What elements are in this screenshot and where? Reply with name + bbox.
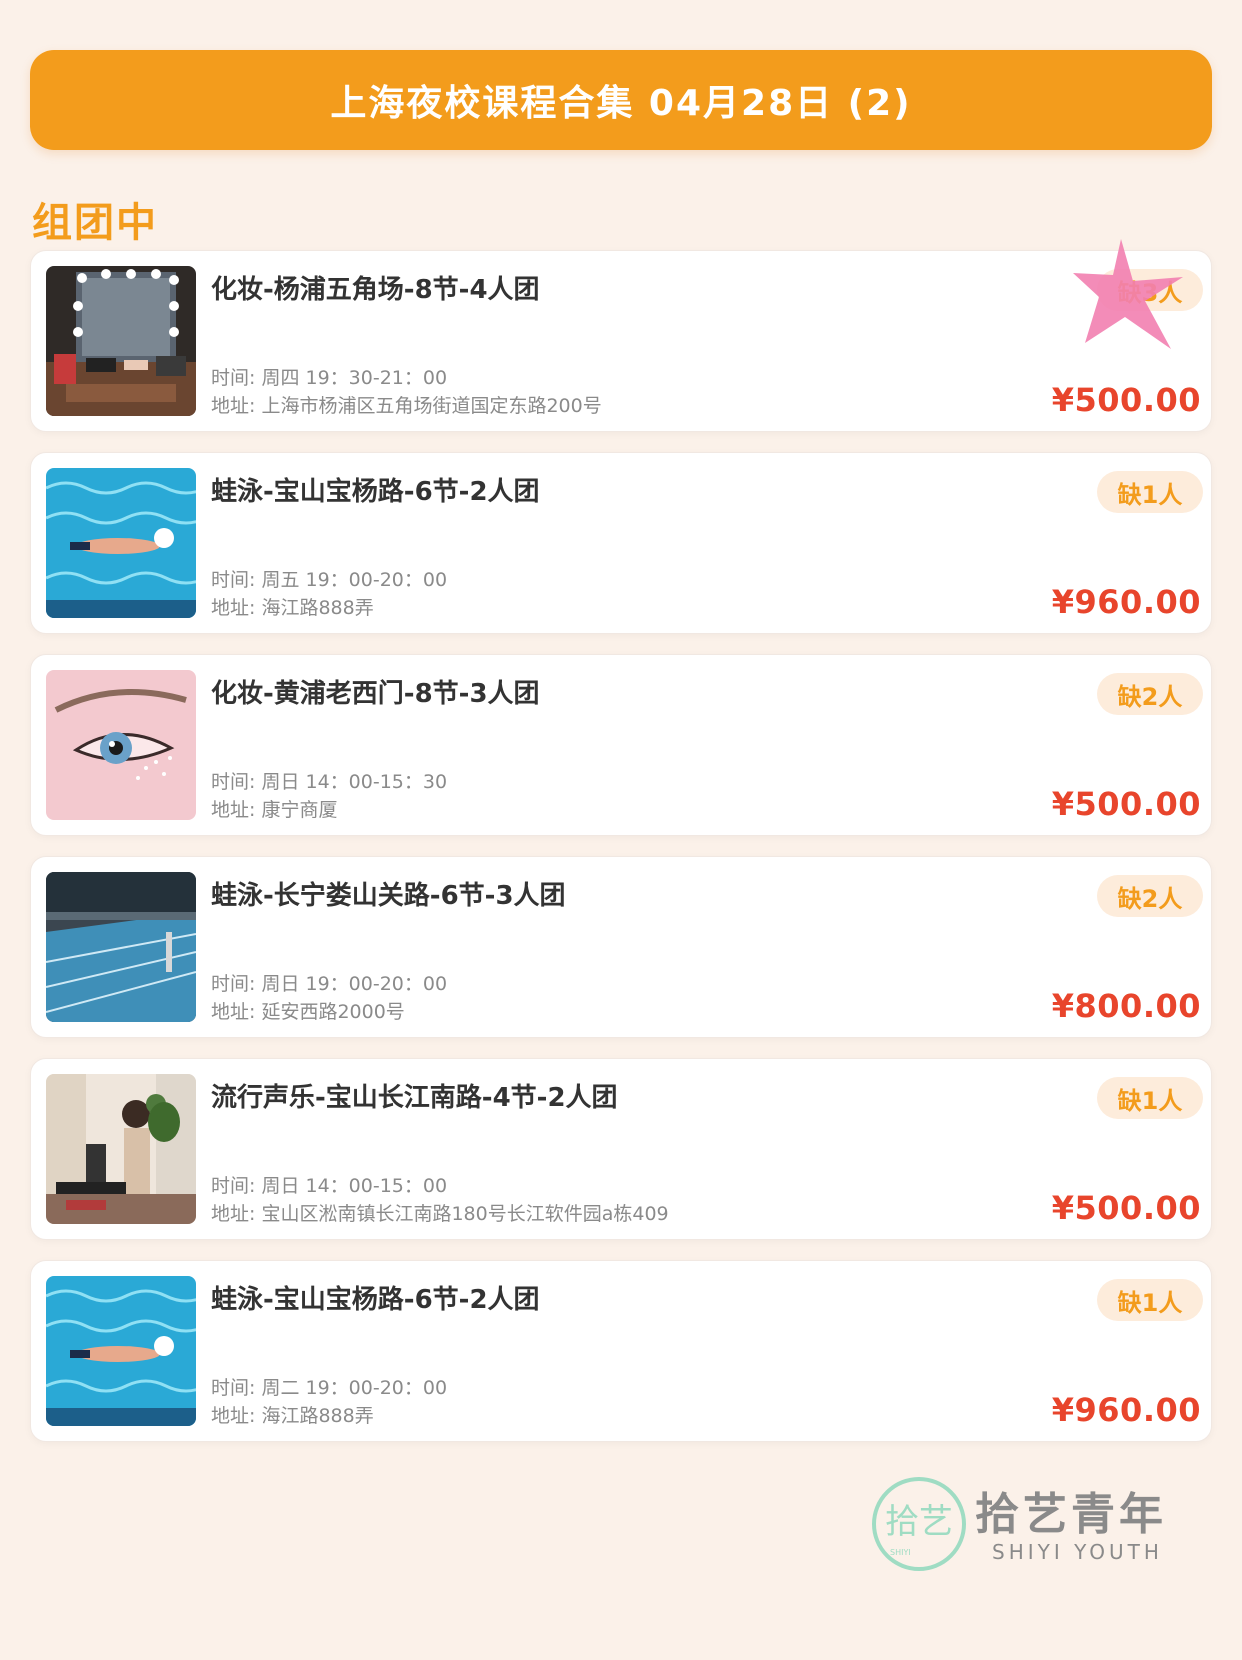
vacancy-badge: 缺2人	[1097, 673, 1203, 715]
vacancy-badge: 缺3人	[1097, 269, 1203, 311]
makeup-mirror-photo	[46, 266, 196, 416]
course-title: 蛙泳-宝山宝杨路-6节-2人团	[211, 477, 540, 507]
course-address: 地址: 上海市杨浦区五角场街道国定东路200号	[211, 395, 602, 417]
course-time: 时间: 周五 19：00-20：00	[211, 569, 448, 591]
course-price: ¥500.00	[1051, 381, 1201, 419]
course-title: 蛙泳-长宁娄山关路-6节-3人团	[211, 881, 566, 911]
logo-mark-icon: 拾艺 SHIYI	[872, 1477, 966, 1571]
singer-studio-photo	[46, 1074, 196, 1224]
course-title: 蛙泳-宝山宝杨路-6节-2人团	[211, 1285, 540, 1315]
indoor-pool-photo	[46, 872, 196, 1022]
course-address: 地址: 延安西路2000号	[211, 1001, 405, 1023]
course-card[interactable]: 化妆-黄浦老西门-8节-3人团 时间: 周日 14：00-15：30 地址: 康…	[30, 654, 1212, 836]
course-card[interactable]: 蛙泳-宝山宝杨路-6节-2人团 时间: 周五 19：00-20：00 地址: 海…	[30, 452, 1212, 634]
header-banner: 上海夜校课程合集 04月28日 (2)	[30, 50, 1212, 150]
course-address: 地址: 宝山区淞南镇长江南路180号长江软件园a栋409	[211, 1203, 669, 1225]
swimmer-pool-photo	[46, 468, 196, 618]
course-price: ¥960.00	[1051, 583, 1201, 621]
page-title: 上海夜校课程合集 04月28日 (2)	[330, 83, 912, 124]
course-card[interactable]: 流行声乐-宝山长江南路-4节-2人团 时间: 周日 14：00-15：00 地址…	[30, 1058, 1212, 1240]
swimmer-pool-photo	[46, 1276, 196, 1426]
course-time: 时间: 周日 19：00-20：00	[211, 973, 448, 995]
logo-mark-text: 拾艺	[885, 1502, 953, 1542]
vacancy-badge: 缺1人	[1097, 471, 1203, 513]
course-time: 时间: 周日 14：00-15：30	[211, 771, 448, 793]
course-price: ¥500.00	[1051, 1189, 1201, 1227]
vacancy-badge: 缺1人	[1097, 1279, 1203, 1321]
course-title: 化妆-黄浦老西门-8节-3人团	[211, 679, 540, 709]
vacancy-badge: 缺2人	[1097, 875, 1203, 917]
course-address: 地址: 康宁商厦	[211, 799, 338, 821]
course-address: 地址: 海江路888弄	[211, 597, 374, 619]
course-time: 时间: 周日 14：00-15：00	[211, 1175, 448, 1197]
course-card[interactable]: 蛙泳-长宁娄山关路-6节-3人团 时间: 周日 19：00-20：00 地址: …	[30, 856, 1212, 1038]
course-address: 地址: 海江路888弄	[211, 1405, 374, 1427]
vacancy-badge: 缺1人	[1097, 1077, 1203, 1119]
course-list: 化妆-杨浦五角场-8节-4人团 时间: 周四 19：30-21：00 地址: 上…	[30, 239, 1212, 1462]
section-title: 组团中	[32, 200, 158, 246]
logo-mark-sub: SHIYI	[890, 1548, 911, 1557]
eye-makeup-photo	[46, 670, 196, 820]
course-card[interactable]: 蛙泳-宝山宝杨路-6节-2人团 时间: 周二 19：00-20：00 地址: 海…	[30, 1260, 1212, 1442]
course-price: ¥960.00	[1051, 1391, 1201, 1429]
logo-subtitle: SHIYI YOUTH	[992, 1540, 1163, 1564]
course-time: 时间: 周二 19：00-20：00	[211, 1377, 448, 1399]
course-title: 化妆-杨浦五角场-8节-4人团	[211, 275, 540, 305]
course-price: ¥800.00	[1051, 987, 1201, 1025]
brand-logo: 拾艺 SHIYI 拾艺青年 SHIYI YOUTH	[870, 1470, 1190, 1580]
logo-name: 拾艺青年	[975, 1489, 1167, 1540]
course-time: 时间: 周四 19：30-21：00	[211, 367, 448, 389]
course-price: ¥500.00	[1051, 785, 1201, 823]
course-title: 流行声乐-宝山长江南路-4节-2人团	[211, 1083, 618, 1113]
course-card[interactable]: 化妆-杨浦五角场-8节-4人团 时间: 周四 19：30-21：00 地址: 上…	[30, 239, 1212, 432]
